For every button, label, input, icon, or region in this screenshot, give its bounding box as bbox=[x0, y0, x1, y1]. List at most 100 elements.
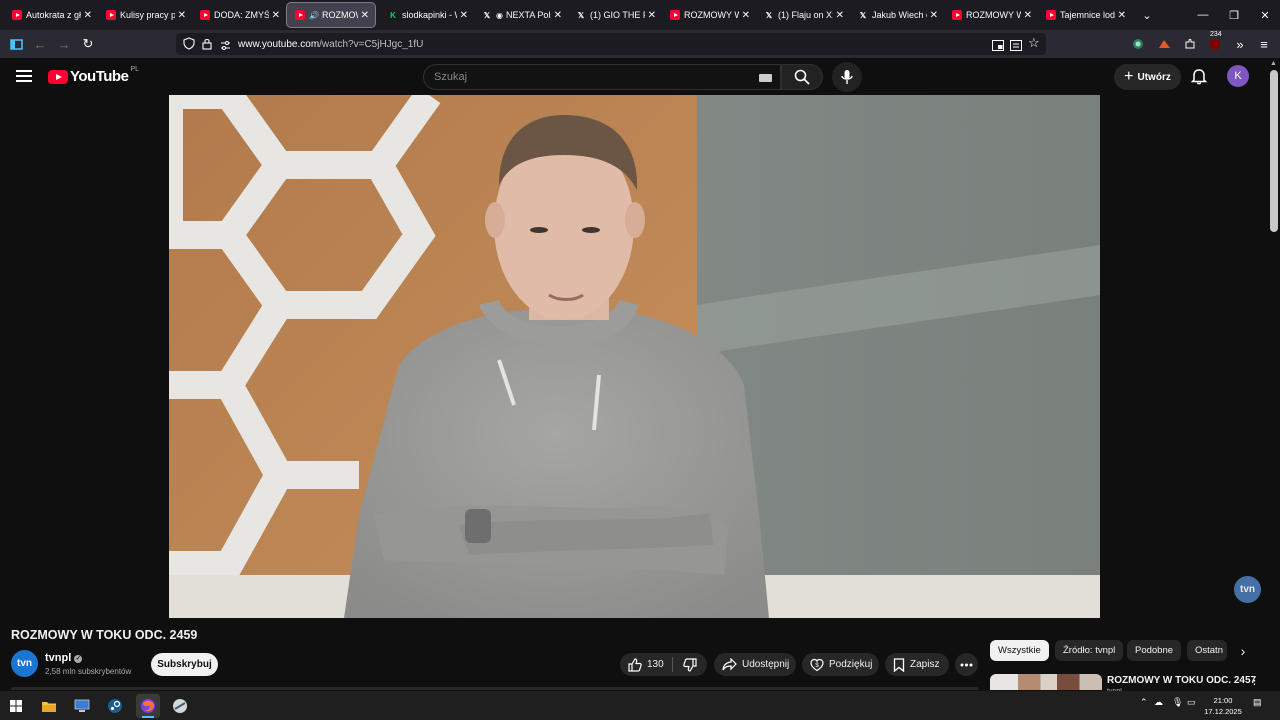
voice-search-button[interactable] bbox=[832, 62, 862, 92]
extension-icon[interactable] bbox=[1154, 34, 1174, 54]
tab-title: ROZMOWY bbox=[321, 10, 358, 20]
browser-tab[interactable]: DODA: ZMYŚLO ✕ bbox=[192, 2, 286, 28]
youtube-logo[interactable]: YouTube PL bbox=[48, 66, 139, 85]
more-actions-button[interactable] bbox=[955, 653, 978, 676]
chip-all[interactable]: Wszystkie bbox=[990, 640, 1049, 661]
browser-tab[interactable]: Autokrata z głos ✕ bbox=[4, 2, 98, 28]
close-tab-icon[interactable]: ✕ bbox=[1024, 10, 1032, 21]
scrollbar-thumb[interactable] bbox=[1270, 70, 1278, 232]
browser-tab[interactable]: Tajemnice lodov ✕ bbox=[1038, 2, 1132, 28]
speaker-icon[interactable]: 🔊 bbox=[309, 11, 319, 20]
close-window-icon[interactable]: ✕ bbox=[1250, 0, 1280, 30]
close-tab-icon[interactable]: ✕ bbox=[742, 10, 750, 21]
steam-icon[interactable] bbox=[103, 694, 127, 718]
reader-view-icon[interactable] bbox=[1010, 38, 1022, 56]
extension-badge: 234 bbox=[1210, 31, 1222, 38]
search-button[interactable] bbox=[781, 64, 823, 90]
browser-tab-active[interactable]: 🔊 ROZMOWY ✕ bbox=[286, 2, 376, 28]
guide-menu-icon[interactable] bbox=[16, 70, 32, 82]
menu-icon[interactable]: ≡ bbox=[1254, 34, 1274, 54]
recommended-video-thumbnail[interactable] bbox=[990, 674, 1102, 690]
browser-tab[interactable]: 𝕏 (1) Flaju on X: "( ✕ bbox=[756, 2, 850, 28]
forward-icon[interactable]: → bbox=[54, 34, 74, 54]
overflow-chevron-icon[interactable]: » bbox=[1230, 34, 1250, 54]
tab-title: Kulisy pracy pro bbox=[120, 10, 175, 20]
close-tab-icon[interactable]: ✕ bbox=[84, 10, 92, 21]
close-tab-icon[interactable]: ✕ bbox=[361, 10, 369, 21]
search-box bbox=[423, 64, 781, 90]
picture-in-picture-icon[interactable] bbox=[992, 38, 1004, 56]
close-tab-icon[interactable]: ✕ bbox=[1118, 10, 1126, 21]
video-player[interactable] bbox=[169, 95, 1100, 618]
browser-tab[interactable]: ROZMOWY W T ✕ bbox=[662, 2, 756, 28]
taskbar-clock[interactable]: 21:00 17.12.2025 bbox=[1198, 695, 1248, 717]
sidebar-toggle-icon[interactable] bbox=[6, 34, 26, 54]
thanks-button[interactable]: $ Podziękuj bbox=[802, 653, 879, 676]
recommended-video-title[interactable]: ROZMOWY W TOKU ODC. 2457 bbox=[1107, 675, 1256, 686]
bookmark-star-icon[interactable]: ☆ bbox=[1028, 35, 1040, 51]
browser-tab[interactable]: ROZMOWY W T ✕ bbox=[944, 2, 1038, 28]
account-avatar[interactable]: K bbox=[1227, 65, 1249, 87]
chip-related[interactable]: Podobne bbox=[1127, 640, 1182, 661]
chip-recent[interactable]: Ostatn bbox=[1187, 640, 1227, 661]
windows-start-icon[interactable] bbox=[4, 694, 28, 718]
vpn-extension-icon[interactable] bbox=[1128, 34, 1148, 54]
scroll-up-icon[interactable]: ▲ bbox=[1270, 60, 1277, 67]
search-input[interactable] bbox=[424, 65, 724, 89]
like-button[interactable]: 130 bbox=[620, 657, 672, 672]
browser-tab[interactable]: Kulisy pracy pro ✕ bbox=[98, 2, 192, 28]
youtube-icon bbox=[952, 10, 962, 20]
app-icon[interactable] bbox=[168, 694, 192, 718]
browser-tab[interactable]: 𝕏 Jakub Wiech on ✕ bbox=[850, 2, 944, 28]
firefox-icon[interactable] bbox=[136, 694, 160, 718]
close-tab-icon[interactable]: ✕ bbox=[272, 10, 280, 21]
reload-icon[interactable]: ↻ bbox=[78, 34, 98, 54]
taskbar bbox=[0, 691, 1280, 720]
tvn-watermark[interactable]: tvn bbox=[1234, 576, 1261, 603]
notifications-bell-icon[interactable] bbox=[1190, 67, 1208, 85]
browser-tab[interactable]: 𝕏 ◉ NEXTA Polsk ✕ bbox=[474, 2, 568, 28]
address-bar[interactable]: www.youtube.com/watch?v=C5jHJgc_1fU ☆ bbox=[176, 33, 1046, 55]
url-text[interactable]: www.youtube.com/watch?v=C5jHJgc_1fU bbox=[238, 39, 423, 50]
restore-icon[interactable]: ❐ bbox=[1219, 0, 1249, 30]
create-button[interactable]: + Utwórz bbox=[1114, 64, 1181, 90]
chips-next-chevron-icon[interactable]: › bbox=[1233, 640, 1253, 661]
subscribe-button[interactable]: Subskrybuj bbox=[151, 653, 218, 676]
network-icon[interactable]: ▭ bbox=[1187, 697, 1196, 708]
notifications-icon[interactable]: ▤ bbox=[1253, 697, 1262, 708]
close-tab-icon[interactable]: ✕ bbox=[836, 10, 844, 21]
thanks-heart-icon: $ bbox=[810, 658, 824, 671]
close-tab-icon[interactable]: ✕ bbox=[178, 10, 186, 21]
onedrive-icon[interactable]: ☁ bbox=[1154, 697, 1163, 708]
svg-text:$: $ bbox=[815, 663, 819, 669]
description-box[interactable] bbox=[11, 687, 979, 690]
keyboard-icon[interactable] bbox=[759, 74, 772, 82]
chip-from-channel[interactable]: Źródło: tvnpl bbox=[1055, 640, 1124, 661]
remote-desktop-icon[interactable] bbox=[70, 694, 94, 718]
microphone-tray-icon[interactable]: 🎙 bbox=[1172, 697, 1183, 708]
list-all-tabs-icon[interactable]: ⌄ bbox=[1132, 0, 1162, 30]
page-scrollbar[interactable]: ▲ bbox=[1268, 58, 1280, 688]
share-button[interactable]: Udostępnij bbox=[714, 653, 796, 676]
close-tab-icon[interactable]: ✕ bbox=[648, 10, 656, 21]
close-tab-icon[interactable]: ✕ bbox=[930, 10, 938, 21]
save-button[interactable]: Zapisz bbox=[885, 653, 949, 676]
file-explorer-icon[interactable] bbox=[37, 694, 61, 718]
channel-name[interactable]: tvnpl ✓ bbox=[45, 652, 83, 664]
close-tab-icon[interactable]: ✕ bbox=[554, 10, 562, 21]
recommended-video-more-icon[interactable]: ⋮ bbox=[1249, 674, 1260, 687]
ublock-icon[interactable]: 234 bbox=[1205, 31, 1225, 54]
close-tab-icon[interactable]: ✕ bbox=[460, 10, 468, 21]
minimize-icon[interactable]: — bbox=[1188, 0, 1218, 30]
permissions-icon[interactable] bbox=[220, 38, 231, 56]
shield-icon[interactable] bbox=[183, 37, 195, 55]
dislike-button[interactable] bbox=[673, 657, 702, 672]
lock-icon[interactable] bbox=[202, 37, 212, 55]
browser-tab[interactable]: K slodkapinki - W ✕ bbox=[380, 2, 474, 28]
tray-overflow-icon[interactable]: ⌃ bbox=[1140, 697, 1148, 708]
extensions-puzzle-icon[interactable] bbox=[1180, 34, 1200, 54]
browser-tab[interactable]: 𝕏 (1) GIO THE PIE ✕ bbox=[568, 2, 662, 28]
tab-title: (1) GIO THE PIE bbox=[590, 10, 645, 20]
channel-avatar[interactable]: tvn bbox=[11, 650, 38, 677]
back-icon[interactable]: ← bbox=[30, 34, 50, 54]
